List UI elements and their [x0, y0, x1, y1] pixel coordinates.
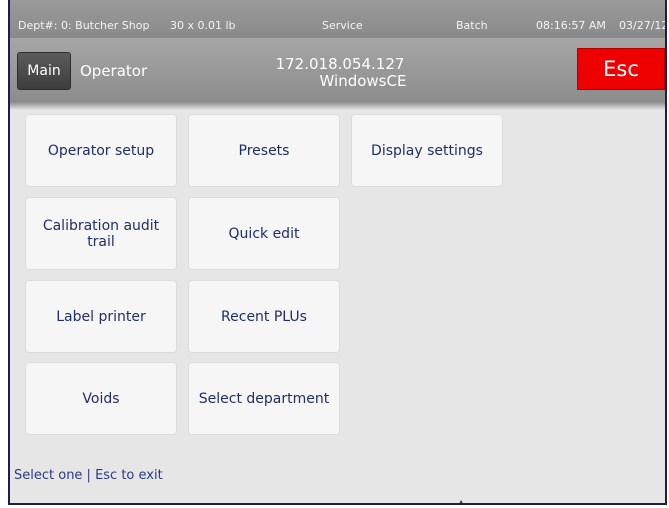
footer-hint: Select one | Esc to exit — [14, 468, 163, 483]
select-department-button[interactable]: Select department — [189, 363, 339, 434]
page-title: Operator — [80, 62, 148, 80]
main-button[interactable]: Main — [17, 52, 71, 90]
operator-setup-button[interactable]: Operator setup — [26, 115, 176, 186]
app-window: Dept#: 0: Butcher Shop 30 x 0.01 lb Serv… — [8, 0, 667, 505]
batch-status: Batch — [456, 19, 488, 32]
weight-unit-status: 30 x 0.01 lb — [170, 19, 236, 32]
recent-plus-button[interactable]: Recent PLUs — [189, 281, 339, 352]
department-status: Dept#: 0: Butcher Shop — [18, 19, 150, 32]
device-info: 172.018.054.127 WindowsCE — [240, 56, 440, 90]
title-bar: Main Operator 172.018.054.127 WindowsCE … — [10, 38, 665, 102]
title-bar-shadow — [10, 102, 665, 110]
os-name: WindowsCE — [319, 72, 407, 90]
display-settings-button[interactable]: Display settings — [352, 115, 502, 186]
mouse-cursor-icon: ▲ — [458, 498, 465, 505]
mode-status: Service — [322, 19, 363, 32]
voids-button[interactable]: Voids — [26, 363, 176, 434]
time-display: 08:16:57 AM — [536, 19, 606, 32]
calibration-audit-trail-button[interactable]: Calibration audit trail — [26, 198, 176, 269]
quick-edit-button[interactable]: Quick edit — [189, 198, 339, 269]
presets-button[interactable]: Presets — [189, 115, 339, 186]
date-display: 03/27/12 — [619, 19, 667, 32]
ip-address: 172.018.054.127 — [275, 55, 405, 73]
esc-button[interactable]: Esc — [577, 48, 665, 90]
status-bar: Dept#: 0: Butcher Shop 30 x 0.01 lb Serv… — [10, 0, 665, 38]
label-printer-button[interactable]: Label printer — [26, 281, 176, 352]
